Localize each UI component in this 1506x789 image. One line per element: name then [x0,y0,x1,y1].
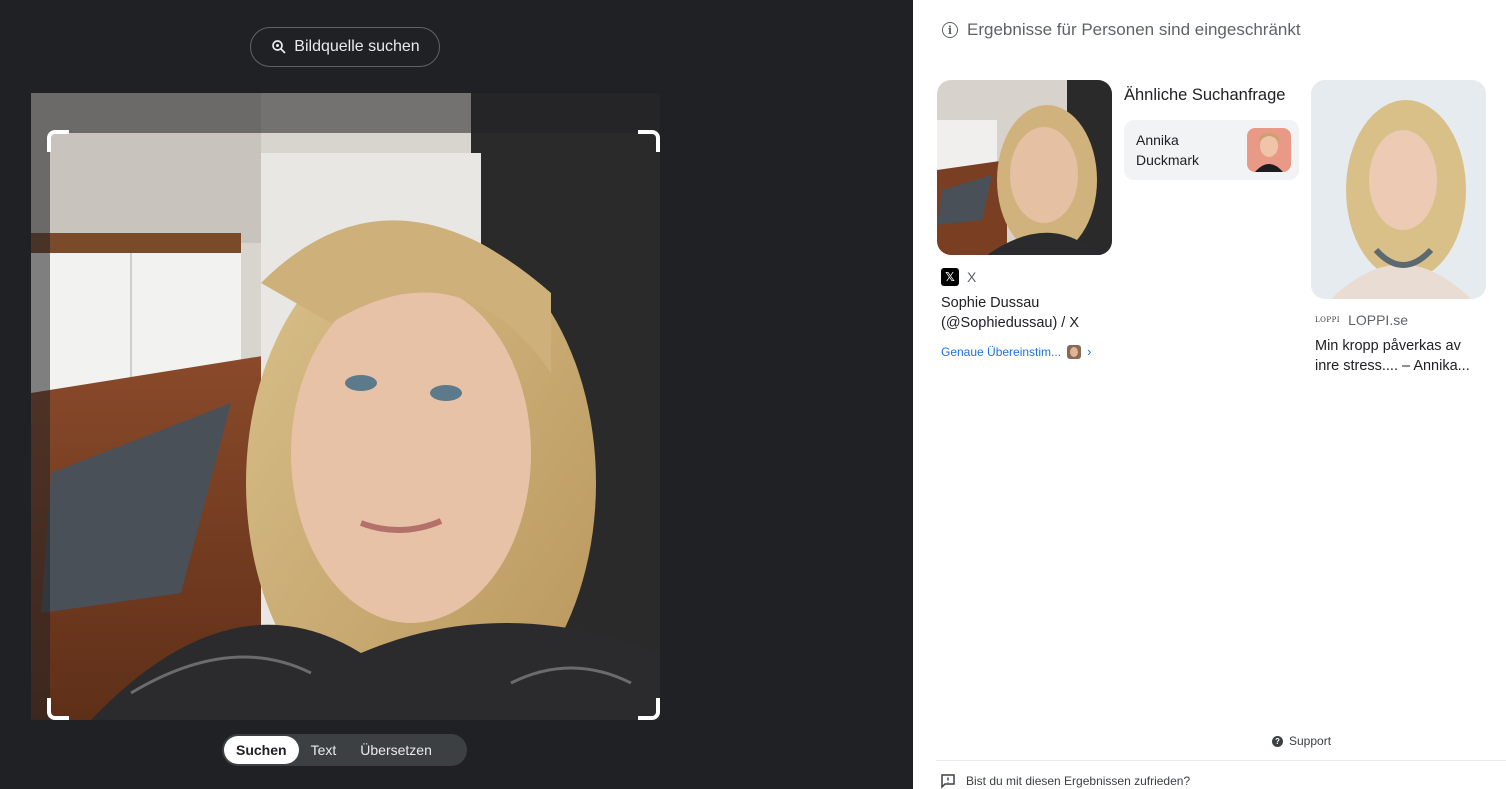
x-logo-icon: 𝕏 [941,268,959,286]
crop-handle-top-left[interactable] [47,130,69,152]
feedback-link[interactable]: Bist du mit diesen Ergebnissen zufrieden… [940,773,1190,789]
result-photo-1 [937,80,1112,255]
restricted-results-notice: i Ergebnisse für Personen sind eingeschr… [942,20,1301,40]
result-title-2[interactable]: Min kropp påverkas av inre stress.... – … [1315,336,1485,376]
mode-switcher: Suchen Text Übersetzen [222,734,467,766]
help-icon: ? [1272,735,1283,747]
support-link[interactable]: ? Support [1272,734,1331,748]
chevron-right-icon: › [1087,344,1092,359]
exact-matches-link[interactable]: Genaue Übereinstim... › [941,344,1091,359]
mode-text[interactable]: Text [299,736,349,764]
crop-handle-top-right[interactable] [638,130,660,152]
crop-handle-bottom-right[interactable] [638,698,660,720]
feedback-label: Bist du mit diesen Ergebnissen zufrieden… [966,774,1191,788]
result-title-1[interactable]: Sophie Dussau (@Sophiedussau) / X [941,293,1106,333]
similar-query-thumbnail [1247,128,1291,172]
crop-dim-top [31,93,660,133]
result-photo-2 [1311,80,1486,299]
query-photo [31,93,660,720]
result-image-2[interactable] [1311,80,1486,299]
crop-dim-left [31,133,50,720]
result-source-name-2: LOPPI.se [1348,312,1408,328]
similar-query-chip[interactable]: Annika Duckmark [1124,120,1299,180]
footer-divider [936,760,1506,761]
result-source-1[interactable]: 𝕏 X [941,268,976,286]
result-image-1[interactable] [937,80,1112,255]
loppi-logo: LOPPI [1315,316,1341,324]
query-image[interactable] [31,93,660,720]
info-icon: i [942,22,958,38]
result-source-name-1: X [967,269,977,285]
support-label: Support [1289,734,1332,748]
similar-query-label: Annika Duckmark [1136,132,1200,168]
feedback-icon [941,774,955,789]
mode-search[interactable]: Suchen [224,736,299,764]
crop-handle-bottom-left[interactable] [47,698,69,720]
find-image-source-label: Bildquelle suchen [294,38,420,55]
image-viewer-pane: Bildquelle suchen Suchen Text Übersetzen [0,0,913,789]
result-source-2[interactable]: LOPPI LOPPI.se [1315,312,1408,328]
match-thumbnail [1067,344,1082,359]
mode-translate[interactable]: Übersetzen [348,736,444,764]
exact-matches-label: Genaue Übereinstim... [941,344,1062,359]
lens-search-icon [272,40,286,54]
results-pane: i Ergebnisse für Personen sind eingeschr… [913,0,1506,789]
find-image-source-button[interactable]: Bildquelle suchen [250,27,440,67]
similar-query-title: Ähnliche Suchanfrage [1124,86,1286,104]
notice-text: Ergebnisse für Personen sind eingeschrän… [967,20,1301,39]
